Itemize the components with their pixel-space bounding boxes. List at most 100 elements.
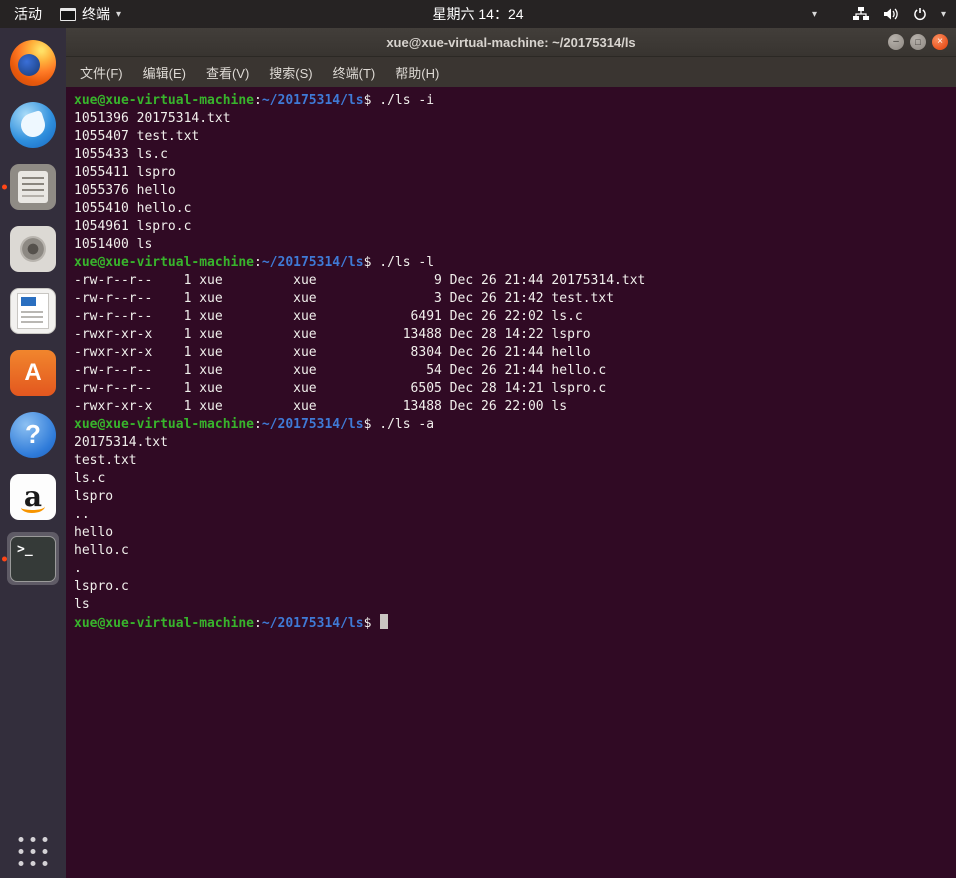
- prompt-symbol: $: [363, 417, 380, 432]
- volume-icon: [883, 7, 899, 21]
- maximize-button[interactable]: □: [910, 34, 926, 50]
- dock-item-terminal[interactable]: >_: [0, 530, 66, 587]
- dock-item-files[interactable]: [0, 158, 66, 215]
- running-indicator: [2, 556, 7, 561]
- prompt-line: xue@xue-virtual-machine:~/20175314/ls$ .…: [74, 416, 948, 434]
- files-icon: [10, 163, 56, 210]
- window-title: xue@xue-virtual-machine: ~/20175314/ls: [386, 34, 636, 50]
- output-line: lspro: [74, 489, 114, 504]
- prompt-path: ~/20175314/ls: [261, 255, 364, 270]
- text-cursor: [380, 614, 389, 629]
- dock-item-thunderbird[interactable]: [0, 96, 66, 153]
- output-line: 1055407 test.txt: [74, 129, 200, 144]
- libreoffice-writer-icon: [10, 287, 56, 334]
- output-line: 1055410 hello.c: [74, 201, 192, 216]
- system-tray[interactable]: ▾ ▾: [812, 7, 956, 21]
- top-bar-left: 活动 终端 ▾: [0, 4, 121, 24]
- command-text: ./ls -a: [379, 417, 435, 432]
- menu-bar: 文件(F) 编辑(E) 查看(V) 搜索(S) 终端(T) 帮助(H): [66, 57, 956, 87]
- minimize-button[interactable]: –: [888, 34, 904, 50]
- output-line: -rwxr-xr-x 1 xue xue 13488 Dec 28 14:22 …: [74, 327, 591, 342]
- prompt-line: xue@xue-virtual-machine:~/20175314/ls$: [74, 614, 948, 632]
- prompt-path: ~/20175314/ls: [261, 616, 364, 631]
- prompt-path: ~/20175314/ls: [261, 417, 364, 432]
- prompt-line: xue@xue-virtual-machine:~/20175314/ls$ .…: [74, 92, 948, 110]
- output-line: -rw-r--r-- 1 xue xue 6505 Dec 28 14:21 l…: [74, 381, 607, 396]
- prompt-path: ~/20175314/ls: [261, 93, 364, 108]
- window-titlebar[interactable]: xue@xue-virtual-machine: ~/20175314/ls –…: [66, 28, 956, 57]
- dock-item-rhythmbox[interactable]: [0, 220, 66, 277]
- output-line: ls: [74, 597, 90, 612]
- output-line: lspro.c: [74, 579, 129, 594]
- prompt-separator: :: [254, 93, 262, 108]
- dock-item-libreoffice-writer[interactable]: [0, 282, 66, 339]
- prompt-separator: :: [254, 255, 262, 270]
- app-menu-label: 终端: [82, 6, 110, 22]
- output-line: -rw-r--r-- 1 xue xue 6491 Dec 26 22:02 l…: [74, 309, 583, 324]
- desktop: A ? a >_ xue@xue-virtual-machine: ~/2017…: [0, 28, 956, 878]
- prompt-user: xue@xue-virtual-machine: [74, 417, 255, 432]
- window-controls: – □ ×: [888, 34, 948, 50]
- rhythmbox-icon: [10, 225, 56, 272]
- dock-item-help[interactable]: ?: [0, 406, 66, 463]
- prompt-symbol: $: [363, 255, 380, 270]
- menu-item-3[interactable]: 查看(V): [196, 58, 259, 87]
- dock-item-amazon[interactable]: a: [0, 468, 66, 525]
- output-line: hello.c: [74, 543, 129, 558]
- prompt-symbol: $: [363, 93, 380, 108]
- close-button[interactable]: ×: [932, 34, 948, 50]
- output-line: 1055411 lspro: [74, 165, 176, 180]
- output-line: 1051400 ls: [74, 237, 153, 252]
- chevron-down-icon: ▾: [116, 8, 122, 20]
- menu-item-1[interactable]: 文件(F): [70, 58, 133, 87]
- system-menu-chevron-icon[interactable]: ▾: [941, 9, 946, 20]
- menu-item-6[interactable]: 帮助(H): [385, 58, 449, 87]
- output-line: 1051396 20175314.txt: [74, 111, 231, 126]
- thunderbird-icon: [10, 101, 56, 148]
- output-line: test.txt: [74, 453, 137, 468]
- app-menu[interactable]: 终端 ▾: [60, 4, 121, 24]
- output-line: -rw-r--r-- 1 xue xue 54 Dec 26 21:44 hel…: [74, 363, 607, 378]
- dock: A ? a >_: [0, 28, 66, 878]
- help-icon: ?: [10, 411, 56, 458]
- output-line: .: [74, 561, 82, 576]
- prompt-user: xue@xue-virtual-machine: [74, 255, 255, 270]
- output-line: 1055376 hello: [74, 183, 176, 198]
- prompt-user: xue@xue-virtual-machine: [74, 616, 255, 631]
- terminal-window-icon: [60, 7, 76, 21]
- firefox-icon: [10, 39, 56, 86]
- prompt-line: xue@xue-virtual-machine:~/20175314/ls$ .…: [74, 254, 948, 272]
- prompt-user: xue@xue-virtual-machine: [74, 93, 255, 108]
- output-line: -rw-r--r-- 1 xue xue 3 Dec 26 21:42 test…: [74, 291, 615, 306]
- command-text: ./ls -i: [379, 93, 435, 108]
- dock-item-firefox[interactable]: [0, 34, 66, 91]
- activities-button[interactable]: 活动: [14, 4, 42, 24]
- terminal-window: xue@xue-virtual-machine: ~/20175314/ls –…: [66, 28, 956, 878]
- output-line: -rw-r--r-- 1 xue xue 9 Dec 26 21:44 2017…: [74, 273, 646, 288]
- command-text: ./ls -l: [379, 255, 435, 270]
- menu-item-5[interactable]: 终端(T): [323, 58, 386, 87]
- output-line: hello: [74, 525, 114, 540]
- running-indicator: [2, 184, 7, 189]
- output-line: -rwxr-xr-x 1 xue xue 13488 Dec 26 22:00 …: [74, 399, 568, 414]
- dock-item-ubuntu-software[interactable]: A: [0, 344, 66, 401]
- output-line: -rwxr-xr-x 1 xue xue 8304 Dec 26 21:44 h…: [74, 345, 591, 360]
- prompt-separator: :: [254, 417, 262, 432]
- output-line: 1055433 ls.c: [74, 147, 168, 162]
- output-line: ..: [74, 507, 90, 522]
- menu-item-2[interactable]: 编辑(E): [133, 58, 196, 87]
- clock[interactable]: 星期六 14：24: [432, 4, 523, 24]
- top-bar: 活动 终端 ▾ 星期六 14：24 ▾ ▾: [0, 0, 956, 28]
- output-line: 1054961 lspro.c: [74, 219, 192, 234]
- terminal-icon: >_: [10, 535, 56, 582]
- network-icon: [852, 7, 869, 21]
- terminal-content[interactable]: xue@xue-virtual-machine:~/20175314/ls$ .…: [66, 87, 956, 878]
- menu-item-4[interactable]: 搜索(S): [259, 58, 322, 87]
- ubuntu-software-icon: A: [10, 349, 56, 396]
- indicator-chevron-icon[interactable]: ▾: [812, 9, 817, 20]
- power-icon: [913, 7, 927, 21]
- show-applications-button[interactable]: [18, 837, 48, 866]
- prompt-separator: :: [254, 616, 262, 631]
- amazon-icon: a: [10, 473, 56, 520]
- output-line: ls.c: [74, 471, 106, 486]
